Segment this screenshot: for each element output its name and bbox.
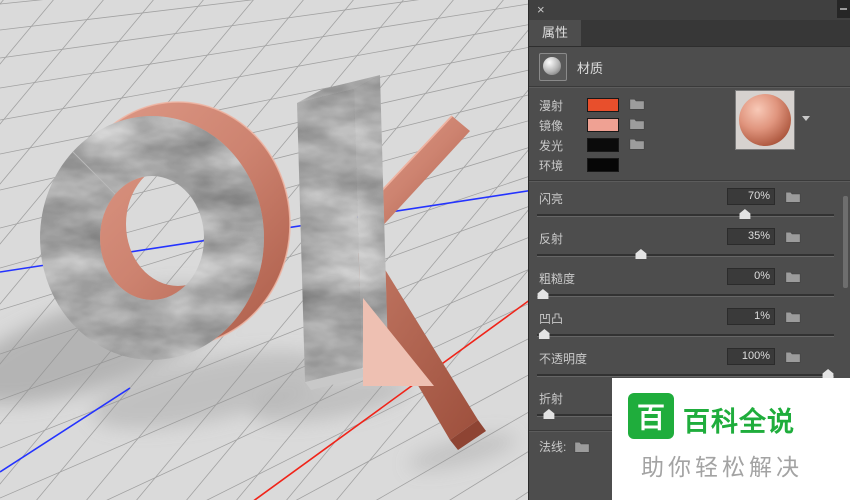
roughness-texture-folder[interactable] (785, 270, 801, 283)
panel-header: × (529, 0, 850, 20)
slider-thumb[interactable] (635, 249, 647, 259)
slider-value-field[interactable]: 100% (727, 348, 775, 365)
slider-track[interactable] (537, 369, 834, 379)
diffuse-color-swatch[interactable] (587, 98, 619, 112)
map-row-illumination: 发光 (529, 134, 850, 154)
material-preview[interactable] (735, 90, 795, 150)
slider-value-field[interactable]: 1% (727, 308, 775, 325)
slider-thumb[interactable] (537, 289, 549, 299)
material-preview-chevron-icon[interactable] (802, 116, 810, 121)
watermark-logo: 百 (628, 393, 674, 439)
slider-label: 凹凸 (539, 312, 564, 326)
map-label: 镜像 (539, 119, 564, 133)
folder-icon (785, 271, 801, 283)
slider-thumb[interactable] (538, 329, 550, 339)
folder-icon (785, 311, 801, 323)
close-icon[interactable]: × (537, 2, 545, 18)
map-label: 环境 (539, 159, 564, 173)
folder-icon (574, 441, 590, 453)
watermark-title: 百科全说 (683, 407, 795, 437)
material-sphere-icon[interactable] (539, 53, 567, 81)
specular-color-swatch[interactable] (587, 118, 619, 132)
slider-track[interactable] (537, 329, 834, 339)
slider-value-field[interactable]: 0% (727, 268, 775, 285)
normal-texture-folder[interactable] (574, 440, 590, 453)
opacity-texture-folder[interactable] (785, 350, 801, 363)
tab-properties[interactable]: 属性 (529, 20, 582, 46)
folder-icon (785, 191, 801, 203)
material-maps: 漫射 镜像 发光 环境 (529, 90, 850, 174)
slider-value-field[interactable]: 70% (727, 188, 775, 205)
map-row-ambient: 环境 (529, 154, 850, 174)
slider-label: 不透明度 (539, 352, 588, 366)
slider-thumb[interactable] (739, 209, 751, 219)
slider-track[interactable] (537, 209, 834, 219)
slider-reflection: 反射 35% (529, 228, 850, 268)
folder-icon (629, 118, 645, 130)
folder-icon (629, 138, 645, 150)
bump-texture-folder[interactable] (785, 310, 801, 323)
slider-bump: 凹凸 1% (529, 308, 850, 348)
watermark-subtitle: 助你轻松解决 (641, 454, 803, 480)
illumination-color-swatch[interactable] (587, 138, 619, 152)
ambient-color-swatch[interactable] (587, 158, 619, 172)
dock-collapse-icon[interactable] (837, 0, 850, 18)
illumination-texture-folder[interactable] (629, 137, 645, 150)
slider-track[interactable] (537, 289, 834, 299)
panel-tab-bar: 属性 (529, 20, 850, 47)
photoshop-3d-workspace: × 属性 材质 漫射 镜像 发光 环境 闪亮 70% 反射 35% 粗糙度 0%… (0, 0, 850, 500)
folder-icon (785, 231, 801, 243)
normal-map-row: 法线: (539, 438, 590, 455)
panel-scrollbar[interactable] (843, 196, 848, 288)
material-header-row: 材质 (539, 52, 603, 82)
reflection-texture-folder[interactable] (785, 230, 801, 243)
slider-thumb[interactable] (543, 409, 555, 419)
slider-label: 粗糙度 (539, 272, 576, 286)
watermark: 百 百科全说 助你轻松解决 (612, 378, 850, 500)
shine-texture-folder[interactable] (785, 190, 801, 203)
map-label: 发光 (539, 139, 564, 153)
slider-value-field[interactable]: 35% (727, 228, 775, 245)
material-section-label: 材质 (577, 60, 604, 76)
normal-label: 法线: (539, 440, 567, 454)
folder-icon (785, 351, 801, 363)
divider (529, 180, 850, 181)
map-label: 漫射 (539, 99, 564, 113)
slider-label: 折射 (539, 392, 564, 406)
slider-label: 闪亮 (539, 192, 564, 206)
slider-track[interactable] (537, 249, 834, 259)
slider-shine: 闪亮 70% (529, 188, 850, 228)
material-preview-sphere (739, 94, 791, 146)
divider (529, 86, 850, 87)
diffuse-texture-folder[interactable] (629, 97, 645, 110)
folder-icon (629, 98, 645, 110)
map-row-diffuse: 漫射 (529, 94, 850, 114)
slider-roughness: 粗糙度 0% (529, 268, 850, 308)
specular-texture-folder[interactable] (629, 117, 645, 130)
slider-label: 反射 (539, 232, 564, 246)
